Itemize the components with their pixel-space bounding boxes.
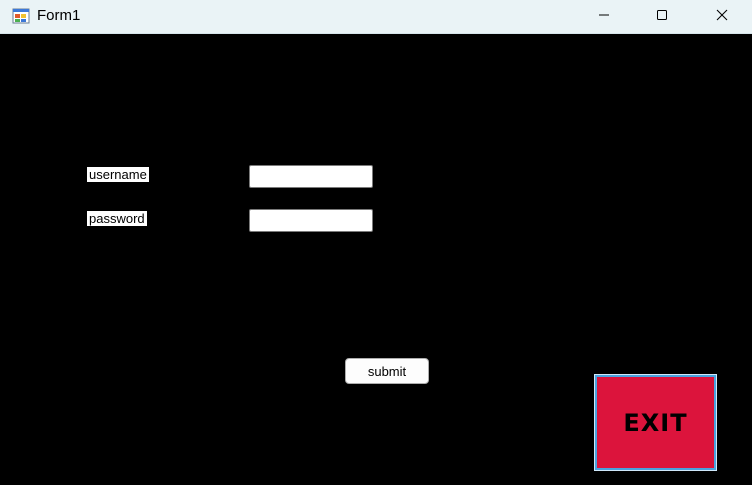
maximize-button[interactable]: [633, 0, 691, 33]
password-label: password: [87, 211, 147, 226]
title-bar[interactable]: Form1: [0, 0, 752, 34]
winforms-app-icon: [12, 7, 30, 25]
window-title: Form1: [37, 7, 81, 24]
submit-button[interactable]: submit: [345, 358, 429, 384]
exit-button[interactable]: EXIT: [594, 374, 717, 471]
close-icon: [716, 8, 728, 26]
password-field[interactable]: [249, 209, 373, 232]
maximize-icon: [656, 8, 668, 26]
username-label: username: [87, 167, 149, 182]
form-client-area: username password submit EXIT: [0, 34, 752, 485]
close-button[interactable]: [691, 0, 752, 33]
app-window: Form1 username password submit EXIT: [0, 0, 752, 485]
minimize-icon: [598, 8, 610, 26]
username-field[interactable]: [249, 165, 373, 188]
minimize-button[interactable]: [575, 0, 633, 33]
